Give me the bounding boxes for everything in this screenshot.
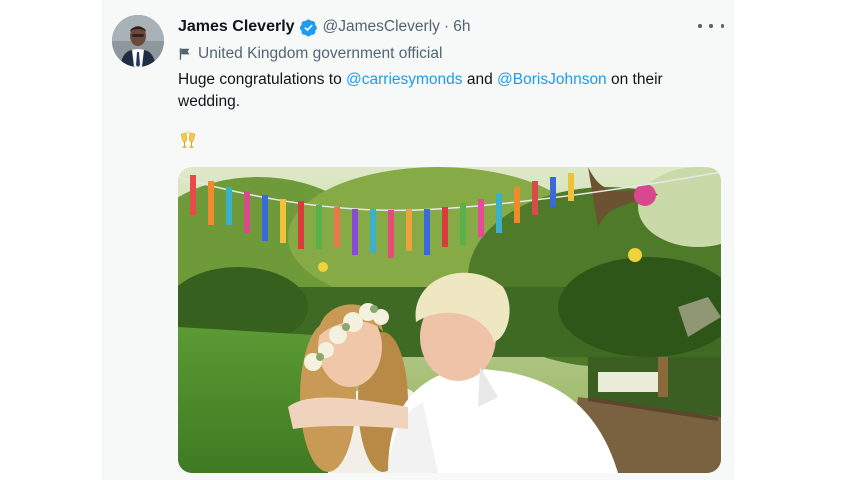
more-horizontal-icon <box>709 24 713 28</box>
mention-borisjohnson[interactable]: @BorisJohnson <box>497 71 607 88</box>
author-handle[interactable]: @JamesCleverly <box>323 18 440 36</box>
mention-carriesymonds[interactable]: @carriesymonds <box>346 71 463 88</box>
wedding-photo-image <box>178 167 721 473</box>
clinking-glasses-emoji <box>180 131 196 148</box>
tweet-text-middle: and <box>462 71 498 88</box>
more-horizontal-icon <box>720 24 724 28</box>
tweet-photo[interactable] <box>178 167 721 473</box>
tweet-text-start: Huge congratulations to <box>178 71 347 88</box>
separator-dot: · <box>443 18 450 35</box>
tweet-timestamp[interactable]: 6h <box>453 18 470 36</box>
more-horizontal-icon <box>698 24 702 28</box>
affiliation-text: United Kingdom government official <box>198 45 443 62</box>
tweet-text: Huge congratulations to @carriesymonds a… <box>178 69 718 113</box>
verified-badge-icon <box>299 18 317 36</box>
flag-icon <box>179 48 190 60</box>
author-name[interactable]: James Cleverly <box>178 18 295 36</box>
tweet-header: James Cleverly @JamesCleverly · 6h <box>178 16 470 38</box>
affiliation-label: United Kingdom government official <box>178 44 442 64</box>
more-options-button[interactable] <box>698 16 724 36</box>
author-avatar[interactable] <box>112 15 164 67</box>
